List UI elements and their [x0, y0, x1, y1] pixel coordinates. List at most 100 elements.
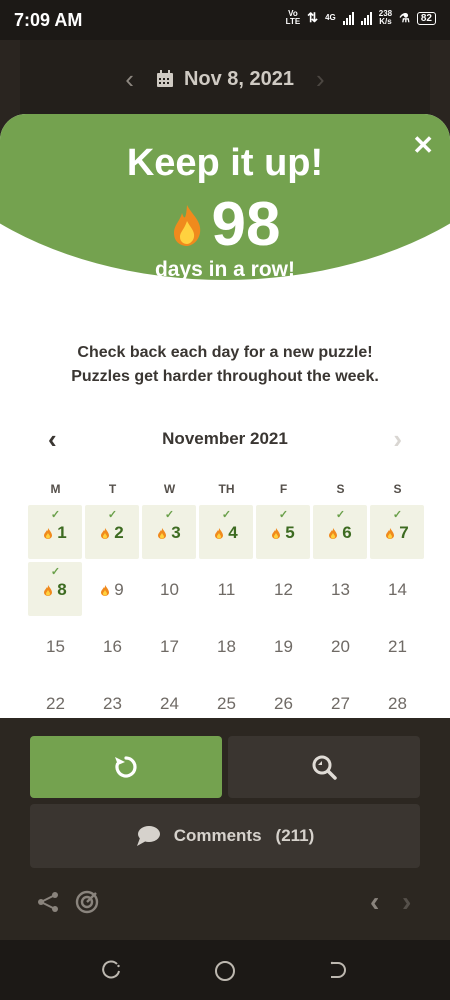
reveal-button[interactable] [228, 736, 420, 798]
calendar-day-label: 14 [369, 580, 426, 600]
modal-headline: Keep it up! [126, 142, 324, 184]
back-icon[interactable] [328, 960, 348, 980]
calendar-day[interactable]: 20 [312, 619, 369, 676]
calendar-day-number: 2 [114, 523, 124, 542]
home-icon[interactable] [214, 960, 236, 982]
calendar-day-number: 9 [114, 580, 124, 599]
current-date[interactable]: Nov 8, 2021 [156, 68, 294, 91]
target-icon[interactable] [75, 890, 99, 914]
calendar-day[interactable]: 10 [141, 562, 198, 619]
calendar-day-number: 19 [274, 637, 293, 656]
next-month-icon[interactable]: › [393, 426, 402, 452]
weekday-label: M [50, 482, 61, 496]
calendar-day-number: 13 [331, 580, 350, 599]
flame-icon [158, 527, 167, 539]
recents-icon[interactable] [102, 960, 122, 980]
calendar-day[interactable]: 24 [141, 676, 198, 718]
calendar-day-number: 26 [274, 694, 293, 713]
calendar-day[interactable]: ✓ 3 [141, 505, 198, 562]
message-line-2: Puzzles get harder throughout the week. [71, 368, 379, 385]
calendar-day[interactable]: 12 [255, 562, 312, 619]
flame-icon [44, 584, 53, 596]
calendar-day-number: 7 [399, 523, 409, 542]
flame-icon [44, 527, 53, 539]
calendar-day-label: 17 [141, 637, 198, 657]
calendar-day-number: 14 [388, 580, 407, 599]
calendar-day[interactable]: ✓ 4 [198, 505, 255, 562]
status-time: 7:09 AM [14, 10, 83, 30]
restart-button[interactable] [30, 736, 222, 798]
calendar-day-label: 20 [312, 637, 369, 657]
weekday-label: S [393, 482, 402, 496]
calendar-day[interactable]: ✓ 1 [27, 505, 84, 562]
calendar-day[interactable]: ✓ 2 [84, 505, 141, 562]
calendar-day-label: 26 [255, 694, 312, 714]
calendar-day-number: 10 [160, 580, 179, 599]
calendar-day[interactable]: 18 [198, 619, 255, 676]
calendar-day-number: 18 [217, 637, 236, 656]
calendar-day-label: 7 [369, 523, 426, 543]
streak-label: days in a row! [154, 258, 296, 281]
calendar-day-number: 24 [160, 694, 179, 713]
calendar-header: ‹ November 2021 › [0, 426, 450, 456]
calendar-day-label: 1 [27, 523, 84, 543]
share-icon[interactable] [36, 890, 60, 914]
weekday-label: W [163, 482, 176, 496]
flame-icon [272, 527, 281, 539]
calendar-grid: ✓ 1 ✓ 2 ✓ 3 ✓ 4 ✓ 5 ✓ 6 ✓ 7 ✓ 8 9 10 11 12 13 14 15 16 17 18 19 20 2… [27, 505, 426, 718]
calendar-day[interactable]: 15 [27, 619, 84, 676]
calendar-day[interactable]: 23 [84, 676, 141, 718]
calendar-day-number: 22 [46, 694, 65, 713]
calendar-day[interactable]: 17 [141, 619, 198, 676]
comments-count: (211) [275, 826, 315, 845]
calendar-day[interactable]: 14 [369, 562, 426, 619]
calendar-day-label: 23 [84, 694, 141, 714]
flame-icon [329, 527, 338, 539]
streak-modal: ✕ Keep it up! 98 days in a row! Check ba… [0, 114, 450, 718]
checkmark-icon: ✓ [335, 509, 346, 521]
prev-date-icon[interactable]: ‹ [125, 64, 134, 95]
data-transfer-icon: ⇅ [307, 10, 319, 25]
status-bar: 7:09 AM Vo LTE ⇅ 4G 238 K/s ⚗ 82 [0, 0, 450, 40]
calendar-day[interactable]: 22 [27, 676, 84, 718]
calendar-day[interactable]: 27 [312, 676, 369, 718]
calendar-day-label: 11 [198, 580, 255, 600]
calendar-day[interactable]: 26 [255, 676, 312, 718]
calendar-day-label: 25 [198, 694, 255, 714]
calendar-day[interactable]: 11 [198, 562, 255, 619]
next-puzzle-icon[interactable]: › [402, 886, 411, 918]
calendar-day[interactable]: 28 [369, 676, 426, 718]
calendar-day[interactable]: ✓ 5 [255, 505, 312, 562]
checkmark-icon: ✓ [50, 566, 61, 578]
checkmark-icon: ✓ [392, 509, 403, 521]
calendar-day[interactable]: ✓ 6 [312, 505, 369, 562]
streak-count: 98 [211, 190, 281, 259]
prev-puzzle-icon[interactable]: ‹ [370, 886, 379, 918]
calendar-month: November 2021 [162, 429, 288, 448]
comments-button[interactable]: Comments (211) [30, 804, 420, 868]
calendar-day-number: 21 [388, 637, 407, 656]
calendar-weekdays: M T W TH F S S [27, 482, 423, 496]
checkmark-icon: ✓ [221, 509, 232, 521]
calendar-day-number: 5 [285, 523, 295, 542]
calendar-day[interactable]: 13 [312, 562, 369, 619]
calendar-day-label: 8 [27, 580, 84, 600]
calendar-day[interactable]: 21 [369, 619, 426, 676]
calendar-day-label: 6 [312, 523, 369, 543]
date-navigation: ‹ Nov 8, 2021 › [0, 40, 450, 118]
flame-icon [101, 584, 110, 596]
calendar-day[interactable]: 19 [255, 619, 312, 676]
calendar-day-number: 25 [217, 694, 236, 713]
restart-icon [115, 756, 137, 778]
calendar-day[interactable]: 25 [198, 676, 255, 718]
calendar-day-label: 4 [198, 523, 255, 543]
speech-bubble-icon [136, 826, 160, 846]
calendar-day[interactable]: ✓ 7 [369, 505, 426, 562]
next-date-icon[interactable]: › [316, 64, 325, 95]
calendar-day[interactable]: 16 [84, 619, 141, 676]
calendar-day[interactable]: ✓ 8 [27, 562, 84, 619]
calendar-day-number: 8 [57, 580, 67, 599]
calendar-day[interactable]: 9 [84, 562, 141, 619]
flask-icon: ⚗ [399, 11, 410, 25]
calendar-day-number: 12 [274, 580, 293, 599]
